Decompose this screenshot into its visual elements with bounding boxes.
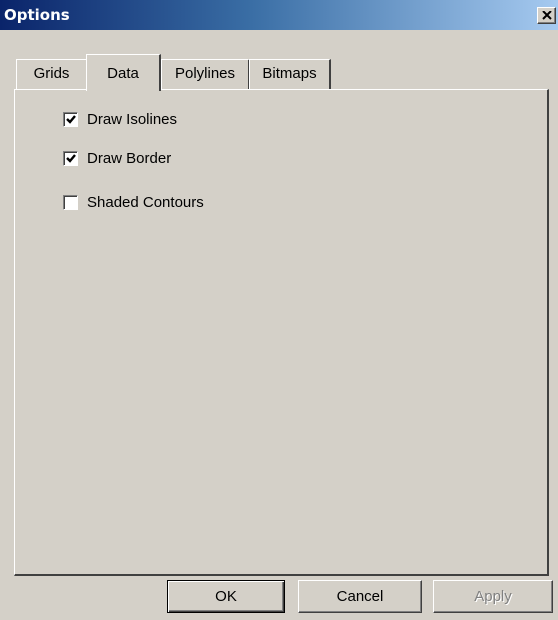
shaded-contours-checkbox[interactable] [63, 195, 78, 210]
tab-data[interactable]: Data [86, 54, 161, 91]
tab-polylines[interactable]: Polylines [161, 59, 250, 89]
tab-polylines-label: Polylines [174, 65, 236, 82]
draw-isolines-checkbox[interactable] [63, 112, 78, 127]
cancel-button[interactable]: Cancel [298, 580, 422, 613]
title-bar[interactable]: Options [0, 0, 558, 30]
draw-border-checkbox[interactable] [63, 151, 78, 166]
draw-isolines-label: Draw Isolines [87, 111, 178, 128]
close-icon [542, 11, 552, 20]
tab-grids-label: Grids [33, 65, 70, 82]
apply-button[interactable]: Apply [433, 580, 553, 613]
options-dialog: Options Grids Data Polylines Bitmaps Dra… [0, 0, 558, 620]
tab-data-label: Data [107, 65, 139, 82]
cancel-button-label: Cancel [336, 588, 384, 605]
shaded-contours-label: Shaded Contours [87, 194, 204, 211]
ok-button[interactable]: OK [167, 580, 285, 613]
data-tab-panel: Draw Isolines Draw Border Shaded Contour… [14, 89, 549, 576]
tab-grids[interactable]: Grids [16, 59, 88, 89]
tab-bitmaps[interactable]: Bitmaps [249, 59, 331, 89]
draw-border-label: Draw Border [87, 150, 172, 167]
checkmark-icon [66, 115, 76, 124]
window-title: Options [4, 6, 70, 24]
checkmark-icon [66, 154, 76, 163]
ok-button-label: OK [215, 588, 237, 605]
apply-button-label: Apply [474, 588, 512, 605]
tab-bitmaps-label: Bitmaps [262, 65, 317, 82]
close-button[interactable] [537, 7, 556, 24]
